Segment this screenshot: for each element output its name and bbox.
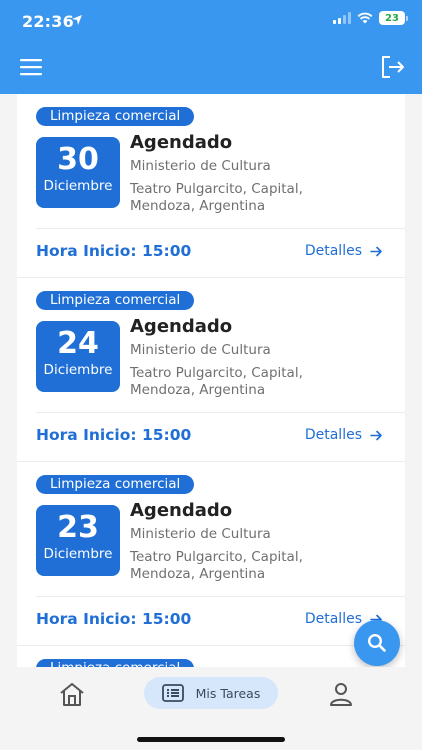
task-address: Teatro Pulgarcito, Capital, Mendoza, Arg… bbox=[130, 549, 360, 583]
task-card[interactable]: Limpieza comercial 23 Diciembre Agendado… bbox=[17, 462, 405, 646]
signal-icon bbox=[333, 12, 351, 24]
search-button[interactable] bbox=[354, 620, 400, 666]
details-link[interactable]: Detalles bbox=[305, 427, 383, 443]
details-link[interactable]: Detalles bbox=[305, 243, 383, 259]
task-status: Agendado bbox=[130, 316, 233, 337]
task-organization: Ministerio de Cultura bbox=[130, 342, 271, 358]
task-address: Teatro Pulgarcito, Capital, Mendoza, Arg… bbox=[130, 365, 360, 399]
nav-tab-mis-tareas[interactable]: Mis Tareas bbox=[144, 677, 278, 709]
task-category-badge: Limpieza comercial bbox=[36, 659, 195, 667]
home-icon[interactable] bbox=[58, 681, 86, 707]
task-date: 24 Diciembre bbox=[36, 321, 120, 392]
details-label: Detalles bbox=[304, 243, 362, 259]
location-arrow-icon bbox=[72, 15, 82, 25]
task-category-badge: Limpieza comercial bbox=[36, 475, 195, 494]
task-month: Diciembre bbox=[43, 178, 113, 194]
task-address-line1: Teatro Pulgarcito, Capital, bbox=[130, 549, 303, 565]
task-day: 30 bbox=[57, 142, 99, 177]
task-address-line2: Mendoza, Argentina bbox=[130, 382, 266, 398]
battery-level: 23 bbox=[379, 11, 405, 25]
task-status: Agendado bbox=[130, 132, 233, 153]
nav-tab-label: Mis Tareas bbox=[195, 685, 261, 701]
task-day: 23 bbox=[57, 510, 99, 545]
task-address-line2: Mendoza, Argentina bbox=[130, 198, 266, 214]
task-card[interactable]: Limpieza comercial 24 Diciembre Agendado… bbox=[17, 278, 405, 462]
task-category-badge: Limpieza comercial bbox=[36, 291, 195, 310]
task-organization: Ministerio de Cultura bbox=[130, 526, 271, 542]
status-time: 22:36 bbox=[22, 12, 74, 31]
task-address: Teatro Pulgarcito, Capital, Mendoza, Arg… bbox=[130, 181, 360, 215]
hamburger-icon[interactable] bbox=[20, 58, 44, 76]
task-address-line1: Teatro Pulgarcito, Capital, bbox=[130, 365, 303, 381]
task-status: Agendado bbox=[130, 500, 233, 521]
task-address-line1: Teatro Pulgarcito, Capital, bbox=[130, 181, 303, 197]
task-day: 24 bbox=[57, 326, 99, 361]
app-header: 22:36 23 bbox=[0, 0, 422, 94]
task-card[interactable]: Limpieza comercial 30 Diciembre Agendado… bbox=[17, 94, 405, 278]
task-month: Diciembre bbox=[43, 546, 113, 562]
wifi-icon bbox=[357, 12, 373, 24]
details-label: Detalles bbox=[304, 611, 362, 627]
divider bbox=[36, 596, 405, 597]
home-indicator bbox=[137, 737, 285, 742]
search-icon bbox=[367, 633, 386, 652]
task-month: Diciembre bbox=[43, 362, 113, 378]
arrow-right-icon bbox=[370, 246, 382, 256]
profile-icon[interactable] bbox=[329, 681, 353, 707]
divider bbox=[36, 412, 405, 413]
task-organization: Ministerio de Cultura bbox=[130, 158, 271, 174]
task-start-time: Hora Inicio: 15:00 bbox=[36, 242, 192, 260]
task-start-time: Hora Inicio: 15:00 bbox=[36, 610, 192, 628]
logout-icon[interactable] bbox=[380, 55, 406, 79]
task-address-line2: Mendoza, Argentina bbox=[130, 566, 266, 582]
task-card[interactable]: Limpieza comercial bbox=[17, 646, 405, 667]
task-date: 30 Diciembre bbox=[36, 137, 120, 208]
list-icon bbox=[161, 684, 184, 702]
task-list: Limpieza comercial 30 Diciembre Agendado… bbox=[17, 94, 405, 667]
status-icons: 23 bbox=[333, 11, 408, 25]
divider bbox=[36, 228, 405, 229]
task-date: 23 Diciembre bbox=[36, 505, 120, 576]
arrow-right-icon bbox=[370, 430, 382, 440]
task-category-badge: Limpieza comercial bbox=[36, 107, 195, 126]
task-start-time: Hora Inicio: 15:00 bbox=[36, 426, 192, 444]
battery-indicator: 23 bbox=[379, 11, 408, 25]
details-label: Detalles bbox=[304, 427, 362, 443]
